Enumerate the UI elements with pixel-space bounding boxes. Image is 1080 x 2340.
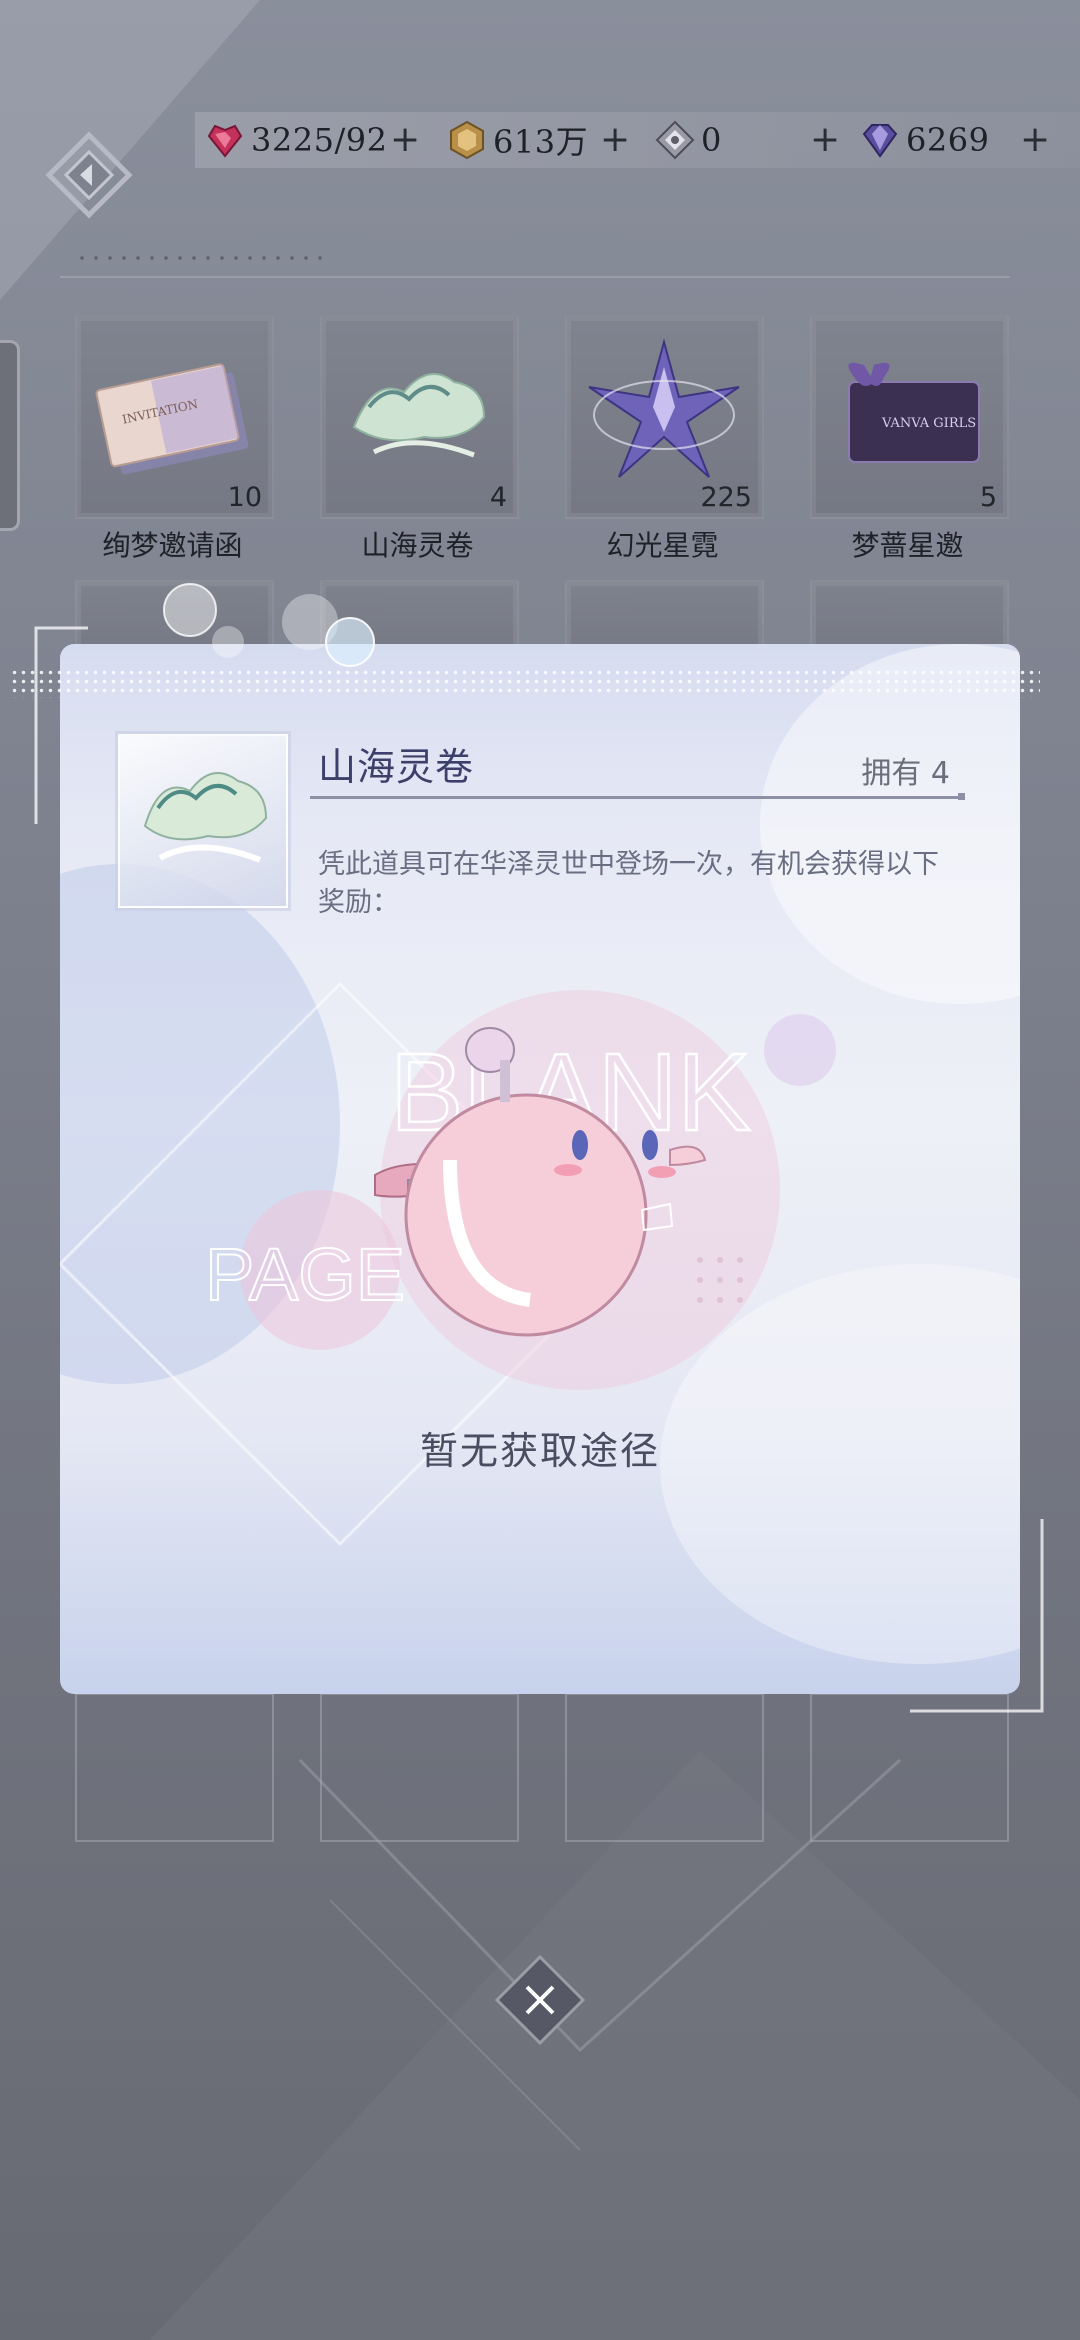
item-thumbnail: [118, 734, 288, 908]
add-diamond-button[interactable]: +: [1020, 118, 1050, 162]
item-description: 凭此道具可在华泽灵世中登场一次，有机会获得以下奖励：: [318, 849, 939, 918]
ticket-bow-icon: VANVA GIRLS: [848, 362, 980, 463]
item-count: 10: [227, 482, 262, 513]
item-title: 山海灵卷: [318, 745, 475, 789]
gold-coin-icon: [450, 120, 484, 160]
empty-item-slot: [75, 1693, 274, 1842]
currency-value: 6269: [906, 121, 990, 159]
blank-page-mascot-illustration: BLANK PAGE: [204, 990, 836, 1390]
add-crystal-button[interactable]: +: [810, 118, 840, 162]
empty-item-slot: [320, 1693, 519, 1842]
item-name: 梦蔷星邀: [851, 529, 964, 562]
ticket-label: VANVA GIRLS: [881, 416, 976, 431]
item-slot[interactable]: 225: [565, 315, 764, 519]
mountain-scroll-icon: [352, 373, 486, 458]
item-count: 4: [489, 482, 507, 513]
corner-bracket: [910, 1519, 1044, 1713]
empty-item-slot: [810, 1693, 1009, 1842]
empty-item-slot: [565, 1693, 764, 1842]
title-underline: [310, 796, 965, 799]
item-slot[interactable]: VANVA GIRLS 5: [810, 315, 1009, 519]
currency-value: 613万: [493, 123, 589, 161]
currency-stamina: 3225/92: [205, 112, 387, 168]
side-tab-handle[interactable]: [0, 340, 20, 531]
divider: [60, 276, 1010, 278]
item-count: 225: [700, 482, 752, 513]
no-source-message: 暂无获取途径: [419, 1429, 660, 1473]
currency-value: 3225/92: [251, 121, 388, 159]
decor-dots: [75, 255, 325, 261]
star-crystal-icon: [588, 338, 740, 478]
invitation-card-icon: INVITATION: [95, 363, 249, 475]
currency-coin: 613万: [447, 112, 588, 168]
item-name: 山海灵卷: [361, 529, 474, 562]
watermark-page: PAGE: [205, 1233, 405, 1316]
currency-crystal: 0: [655, 112, 722, 168]
item-name: 幻光星霓: [606, 529, 719, 562]
item-slot[interactable]: 4: [320, 315, 519, 519]
heart-gem-icon: [207, 124, 243, 158]
title-underline-end: [958, 793, 965, 800]
crystal-icon: [655, 120, 695, 160]
owned-count: 拥有 4: [861, 756, 950, 791]
currency-value: 0: [701, 121, 722, 159]
item-name: 绚梦邀请函: [102, 529, 243, 562]
item-slot[interactable]: INVITATION 10: [75, 315, 274, 519]
close-button[interactable]: [495, 1955, 585, 2045]
corner-bracket: [34, 626, 88, 824]
item-count: 5: [979, 482, 997, 513]
back-arrow-icon[interactable]: [44, 130, 134, 220]
diamond-icon: [862, 124, 898, 158]
add-coin-button[interactable]: +: [600, 118, 630, 162]
bubble-decoration: [163, 583, 375, 667]
mountain-scroll-icon: [143, 772, 268, 863]
currency-diamond: 6269: [860, 112, 989, 168]
add-stamina-button[interactable]: +: [390, 118, 420, 162]
